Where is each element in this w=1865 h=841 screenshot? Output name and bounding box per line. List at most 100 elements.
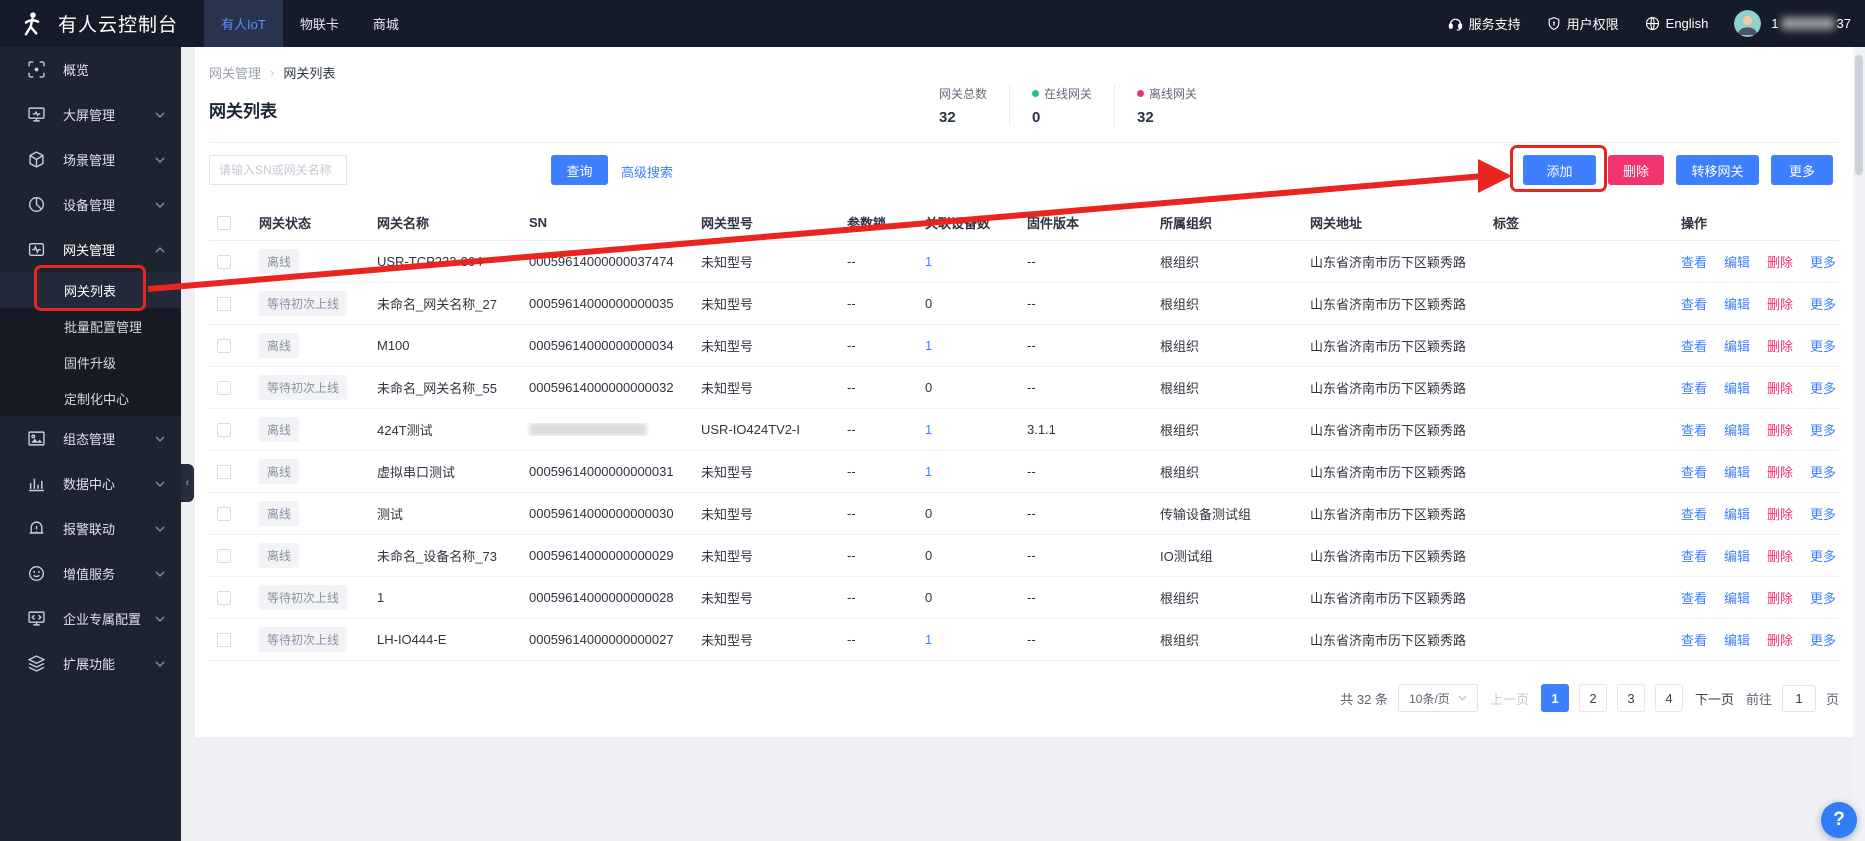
sidebar-item-scada[interactable]: 组态管理 (0, 416, 181, 461)
sidebar-collapse-handle[interactable]: ‹ (181, 464, 194, 502)
search-input[interactable] (209, 155, 347, 185)
linked-devices-count[interactable]: 0 (925, 380, 932, 395)
delete-link[interactable]: 删除 (1767, 588, 1793, 607)
edit-link[interactable]: 编辑 (1724, 378, 1750, 397)
edit-link[interactable]: 编辑 (1724, 462, 1750, 481)
user-phone[interactable]: 137 (1771, 16, 1851, 31)
sidebar-item-firmware-upgrade[interactable]: 固件升级 (0, 344, 181, 380)
sidebar-item-enterprise[interactable]: 企业专属配置 (0, 596, 181, 641)
edit-link[interactable]: 编辑 (1724, 252, 1750, 271)
add-button[interactable]: 添加 (1523, 155, 1596, 185)
sidebar-item-datacenter[interactable]: 数据中心 (0, 461, 181, 506)
more-link[interactable]: 更多 (1810, 420, 1836, 439)
linked-devices-count[interactable]: 1 (925, 338, 932, 353)
sidebar-item-bigscreen[interactable]: 大屏管理 (0, 92, 181, 137)
sidebar-item-device[interactable]: 设备管理 (0, 182, 181, 227)
page-button-3[interactable]: 3 (1617, 684, 1645, 712)
edit-link[interactable]: 编辑 (1724, 588, 1750, 607)
select-all-checkbox[interactable] (217, 216, 231, 230)
delete-link[interactable]: 删除 (1767, 252, 1793, 271)
more-link[interactable]: 更多 (1810, 294, 1836, 313)
sidebar-item-vas[interactable]: 增值服务 (0, 551, 181, 596)
help-button[interactable]: ? (1821, 802, 1857, 838)
more-link[interactable]: 更多 (1810, 546, 1836, 565)
linked-devices-count[interactable]: 1 (925, 254, 932, 269)
sidebar-item-overview[interactable]: 概览 (0, 47, 181, 92)
linked-devices-count[interactable]: 0 (925, 506, 932, 521)
linked-devices-count[interactable]: 1 (925, 422, 932, 437)
sidebar-item-batch-config[interactable]: 批量配置管理 (0, 308, 181, 344)
edit-link[interactable]: 编辑 (1724, 504, 1750, 523)
more-link[interactable]: 更多 (1810, 378, 1836, 397)
user-permission-link[interactable]: 用户权限 (1547, 14, 1619, 33)
sidebar-item-alarm[interactable]: 报警联动 (0, 506, 181, 551)
view-link[interactable]: 查看 (1681, 546, 1707, 565)
linked-devices-count[interactable]: 0 (925, 590, 932, 605)
delete-link[interactable]: 删除 (1767, 630, 1793, 649)
scrollbar-thumb[interactable] (1855, 55, 1863, 175)
breadcrumb-parent[interactable]: 网关管理 (209, 63, 261, 82)
more-link[interactable]: 更多 (1810, 588, 1836, 607)
linked-devices-count[interactable]: 0 (925, 296, 932, 311)
advanced-search-link[interactable]: 高级搜索 (621, 162, 673, 181)
row-checkbox[interactable] (217, 465, 231, 479)
linked-devices-count[interactable]: 1 (925, 632, 932, 647)
page-button-4[interactable]: 4 (1655, 684, 1683, 712)
prev-page-button[interactable]: 上一页 (1490, 689, 1529, 708)
page-button-1[interactable]: 1 (1541, 684, 1569, 712)
view-link[interactable]: 查看 (1681, 462, 1707, 481)
tab-iot-card[interactable]: 物联卡 (283, 0, 356, 47)
delete-link[interactable]: 删除 (1767, 420, 1793, 439)
tab-mall[interactable]: 商城 (356, 0, 416, 47)
row-checkbox[interactable] (217, 423, 231, 437)
language-switch[interactable]: English (1645, 16, 1709, 31)
more-link[interactable]: 更多 (1810, 630, 1836, 649)
row-checkbox[interactable] (217, 549, 231, 563)
sidebar-item-gateway[interactable]: 网关管理 (0, 227, 181, 272)
query-button[interactable]: 查询 (551, 155, 608, 185)
edit-link[interactable]: 编辑 (1724, 294, 1750, 313)
delete-button[interactable]: 删除 (1608, 155, 1664, 185)
view-link[interactable]: 查看 (1681, 588, 1707, 607)
delete-link[interactable]: 删除 (1767, 462, 1793, 481)
view-link[interactable]: 查看 (1681, 630, 1707, 649)
page-size-select[interactable]: 10条/页 (1398, 684, 1478, 712)
row-checkbox[interactable] (217, 507, 231, 521)
delete-link[interactable]: 删除 (1767, 546, 1793, 565)
row-checkbox[interactable] (217, 255, 231, 269)
edit-link[interactable]: 编辑 (1724, 420, 1750, 439)
row-checkbox[interactable] (217, 381, 231, 395)
view-link[interactable]: 查看 (1681, 294, 1707, 313)
service-support-link[interactable]: 服务支持 (1448, 14, 1521, 33)
more-link[interactable]: 更多 (1810, 336, 1836, 355)
more-link[interactable]: 更多 (1810, 252, 1836, 271)
linked-devices-count[interactable]: 0 (925, 548, 932, 563)
delete-link[interactable]: 删除 (1767, 504, 1793, 523)
row-checkbox[interactable] (217, 633, 231, 647)
sidebar-item-scene[interactable]: 场景管理 (0, 137, 181, 182)
edit-link[interactable]: 编辑 (1724, 546, 1750, 565)
goto-page-input[interactable] (1782, 685, 1816, 712)
page-button-2[interactable]: 2 (1579, 684, 1607, 712)
view-link[interactable]: 查看 (1681, 336, 1707, 355)
transfer-gateway-button[interactable]: 转移网关 (1676, 155, 1759, 185)
sidebar-item-customization-center[interactable]: 定制化中心 (0, 380, 181, 416)
linked-devices-count[interactable]: 1 (925, 464, 932, 479)
sidebar-item-gateway-list[interactable]: 网关列表 (0, 272, 181, 308)
delete-link[interactable]: 删除 (1767, 336, 1793, 355)
tab-usr-iot[interactable]: 有人IoT (204, 0, 283, 47)
row-checkbox[interactable] (217, 591, 231, 605)
edit-link[interactable]: 编辑 (1724, 336, 1750, 355)
delete-link[interactable]: 删除 (1767, 378, 1793, 397)
more-link[interactable]: 更多 (1810, 504, 1836, 523)
more-button[interactable]: 更多 (1771, 155, 1833, 185)
more-link[interactable]: 更多 (1810, 462, 1836, 481)
row-checkbox[interactable] (217, 339, 231, 353)
delete-link[interactable]: 删除 (1767, 294, 1793, 313)
row-checkbox[interactable] (217, 297, 231, 311)
user-avatar[interactable] (1734, 10, 1761, 37)
sidebar-item-extension[interactable]: 扩展功能 (0, 641, 181, 686)
page-scrollbar[interactable] (1853, 47, 1865, 841)
view-link[interactable]: 查看 (1681, 378, 1707, 397)
next-page-button[interactable]: 下一页 (1695, 689, 1734, 708)
